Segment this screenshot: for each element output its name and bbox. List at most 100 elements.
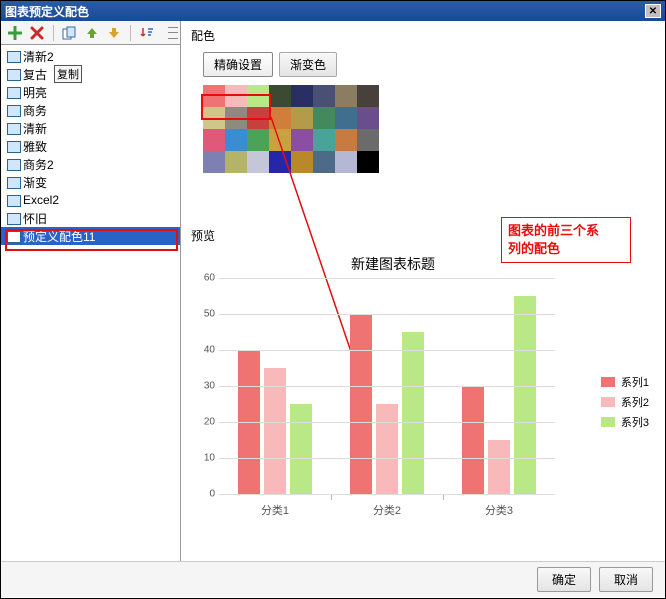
color-swatch[interactable] [247, 151, 269, 173]
list-item-label: 清新2 [23, 48, 54, 65]
color-swatch[interactable] [203, 129, 225, 151]
cancel-button[interactable]: 取消 [599, 567, 653, 592]
color-swatch[interactable] [313, 107, 335, 129]
x-tick-label: 分类3 [485, 502, 513, 518]
legend-label: 系列2 [621, 394, 649, 410]
legend-swatch [601, 377, 615, 387]
color-swatch[interactable] [247, 107, 269, 129]
color-swatch[interactable] [291, 107, 313, 129]
dialog: 图表预定义配色 ✕ 清新2复古复制明亮商务清新雅致商务2渐变Excel2怀旧预定… [0, 0, 666, 599]
bar [376, 404, 398, 494]
color-swatch[interactable] [269, 107, 291, 129]
preview-chart: 新建图表标题 分类1分类2分类3 0102030405060 系列1 系列2 系列3 [191, 254, 655, 534]
grid-line [219, 458, 555, 459]
down-icon[interactable] [106, 25, 122, 41]
list-item[interactable]: Excel2 [1, 191, 180, 209]
titlebar: 图表预定义配色 ✕ [1, 1, 665, 21]
legend-item[interactable]: 系列1 [601, 374, 649, 390]
scheme-icon [7, 68, 19, 80]
x-tick-label: 分类1 [261, 502, 289, 518]
separator [130, 25, 131, 41]
list-item-label: 预定义配色11 [23, 228, 95, 245]
grid-line [219, 350, 555, 351]
scheme-icon [7, 230, 19, 242]
tab-exact[interactable]: 精确设置 [203, 52, 273, 77]
scheme-icon [7, 86, 19, 98]
color-swatch[interactable] [269, 151, 291, 173]
right-panel: 配色 精确设置 渐变色 图表的前三个系列的配色 预览 新建图表标题 分类1分类2… [181, 21, 665, 561]
legend-swatch [601, 397, 615, 407]
delete-icon[interactable] [29, 25, 45, 41]
list-item[interactable]: 清新2 [1, 47, 180, 65]
list-item-label: 雅致 [23, 138, 47, 155]
scheme-list[interactable]: 清新2复古复制明亮商务清新雅致商务2渐变Excel2怀旧预定义配色11 [1, 45, 180, 561]
color-swatch[interactable] [357, 151, 379, 173]
list-item[interactable]: 雅致 [1, 137, 180, 155]
grid-line [219, 494, 555, 495]
y-tick-label: 50 [204, 309, 215, 320]
list-item[interactable]: 明亮 [1, 83, 180, 101]
y-tick-label: 20 [204, 417, 215, 428]
add-icon[interactable] [7, 25, 23, 41]
grid-line [219, 314, 555, 315]
color-swatch[interactable] [335, 151, 357, 173]
up-icon[interactable] [84, 25, 100, 41]
grid-line [219, 386, 555, 387]
grid-line [219, 422, 555, 423]
color-swatch[interactable] [203, 151, 225, 173]
tab-gradient[interactable]: 渐变色 [279, 52, 337, 77]
color-swatch[interactable] [225, 107, 247, 129]
list-item[interactable]: 商务2 [1, 155, 180, 173]
x-tick-label: 分类2 [373, 502, 401, 518]
color-swatch[interactable] [357, 129, 379, 151]
color-swatch[interactable] [225, 85, 247, 107]
bar [290, 404, 312, 494]
color-swatch[interactable] [291, 129, 313, 151]
color-swatch[interactable] [313, 129, 335, 151]
tabs: 精确设置 渐变色 [203, 52, 655, 77]
color-swatch[interactable] [225, 129, 247, 151]
ok-button[interactable]: 确定 [537, 567, 591, 592]
scheme-icon [7, 212, 19, 224]
list-item-label: 渐变 [23, 174, 47, 191]
bar [402, 332, 424, 494]
separator [53, 25, 54, 41]
dialog-title: 图表预定义配色 [5, 3, 89, 20]
color-swatch[interactable] [335, 85, 357, 107]
list-item[interactable]: 复古复制 [1, 65, 180, 83]
scheme-icon [7, 158, 19, 170]
color-swatch[interactable] [247, 85, 269, 107]
color-swatch[interactable] [225, 151, 247, 173]
list-item[interactable]: 清新 [1, 119, 180, 137]
chart-title: 新建图表标题 [191, 254, 595, 274]
list-item[interactable]: 商务 [1, 101, 180, 119]
color-swatch[interactable] [203, 85, 225, 107]
color-swatch[interactable] [291, 151, 313, 173]
color-swatch[interactable] [269, 129, 291, 151]
color-swatch[interactable] [313, 85, 335, 107]
list-item-label: 清新 [23, 120, 47, 137]
bar [462, 386, 484, 494]
color-swatch[interactable] [203, 107, 225, 129]
legend-item[interactable]: 系列2 [601, 394, 649, 410]
scheme-icon [7, 140, 19, 152]
color-swatch[interactable] [291, 85, 313, 107]
y-tick-label: 60 [204, 273, 215, 284]
plot-area: 分类1分类2分类3 0102030405060 [219, 278, 555, 494]
list-item-label: 复古 [23, 66, 47, 83]
dialog-footer: 确定 取消 [1, 561, 665, 597]
color-swatch[interactable] [335, 129, 357, 151]
color-swatch[interactable] [357, 107, 379, 129]
color-swatch[interactable] [313, 151, 335, 173]
legend-item[interactable]: 系列3 [601, 414, 649, 430]
close-button[interactable]: ✕ [645, 4, 661, 18]
list-item[interactable]: 预定义配色11 [1, 227, 180, 245]
color-swatch[interactable] [335, 107, 357, 129]
color-swatch[interactable] [269, 85, 291, 107]
list-item[interactable]: 怀旧 [1, 209, 180, 227]
color-swatch[interactable] [357, 85, 379, 107]
color-swatch[interactable] [247, 129, 269, 151]
sort-icon[interactable] [139, 25, 155, 41]
copy-icon[interactable] [62, 25, 78, 41]
list-item[interactable]: 渐变 [1, 173, 180, 191]
